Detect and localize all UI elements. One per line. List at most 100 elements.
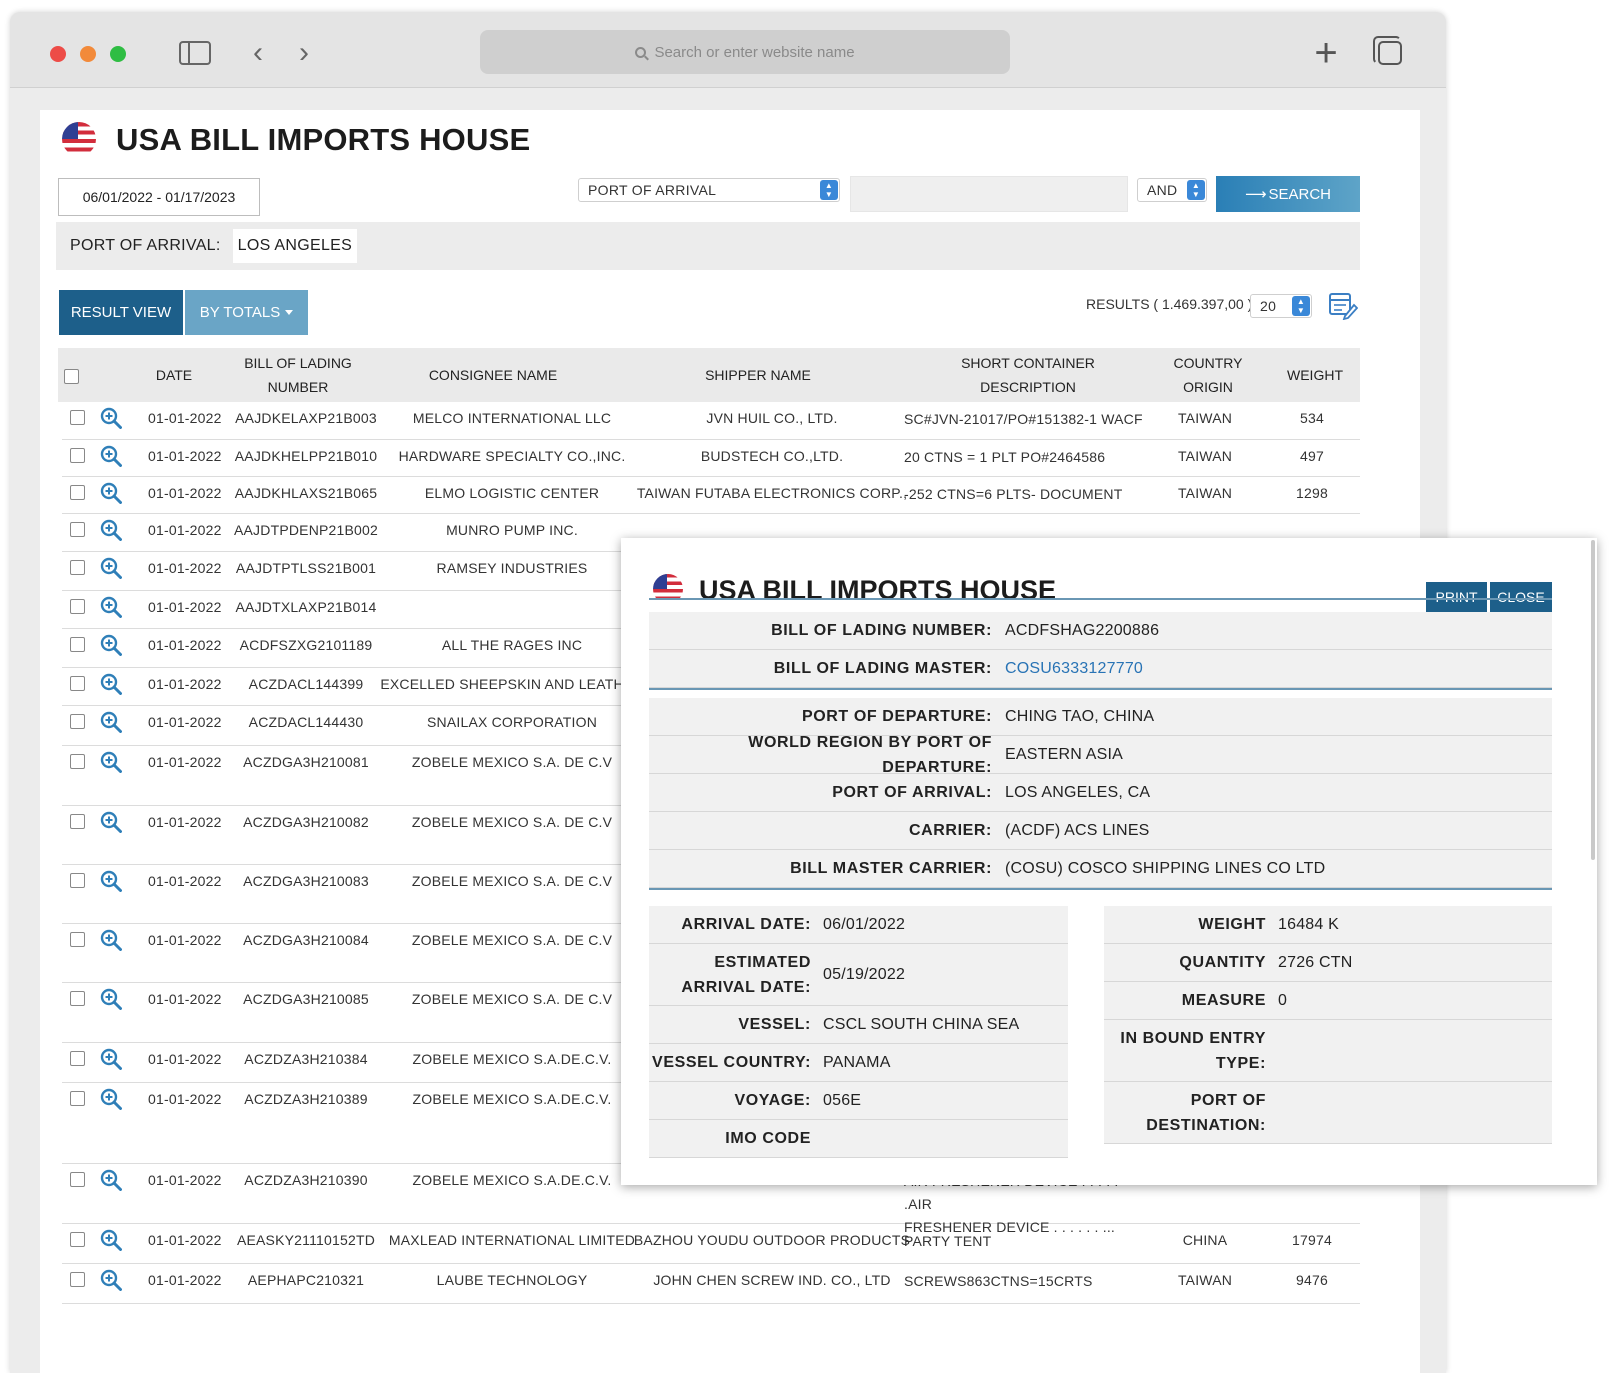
row-checkbox[interactable] [70, 991, 85, 1006]
cell-description-line1: SCREWS863CTNS=15CRTS [904, 1273, 1093, 1289]
row-checkbox[interactable] [70, 1232, 85, 1247]
tab-result-view[interactable]: RESULT VIEW [59, 290, 183, 335]
row-checkbox[interactable] [70, 754, 85, 769]
row-checkbox[interactable] [70, 637, 85, 652]
zoom-in-icon[interactable] [100, 1048, 122, 1070]
zoom-in-icon[interactable] [100, 673, 122, 695]
row-checkbox[interactable] [70, 1091, 85, 1106]
new-tab-icon[interactable]: + [1310, 31, 1342, 75]
zoom-in-icon[interactable] [100, 711, 122, 733]
column-bill-of-lading-line1: BILL OF LADING [244, 355, 352, 371]
row-checkbox[interactable] [70, 932, 85, 947]
column-consignee[interactable]: CONSIGNEE NAME [408, 348, 578, 402]
detail-row-weight: WEIGHT 16484 K [1104, 906, 1552, 944]
zoom-in-icon[interactable] [100, 445, 122, 467]
detail-row-vessel: VESSEL: CSCL SOUTH CHINA SEA [649, 1006, 1068, 1044]
row-checkbox[interactable] [70, 1272, 85, 1287]
column-description[interactable]: SHORT CONTAINER DESCRIPTION [918, 348, 1138, 402]
table-row[interactable]: 01-01-2022 AEPHAPC210321 LAUBE TECHNOLOGY J… [62, 1264, 1360, 1304]
zoom-in-icon[interactable] [100, 407, 122, 429]
zoom-in-icon[interactable] [100, 596, 122, 618]
select-all-checkbox[interactable] [64, 369, 79, 384]
table-row[interactable]: 01-01-2022 AAJDKELAXP21B003 MELCO INTERNAT… [62, 402, 1360, 440]
tab-by-totals[interactable]: BY TOTALS [185, 290, 308, 335]
row-checkbox[interactable] [70, 676, 85, 691]
maximize-window-button[interactable] [110, 46, 126, 62]
cell-date: 01-01-2022 [148, 1172, 222, 1188]
filter-value[interactable]: LOS ANGELES [232, 229, 358, 263]
estimated-arrival-value: 05/19/2022 [823, 965, 906, 983]
cell-weight: 534 [1300, 410, 1324, 426]
table-row[interactable]: 01-01-2022 AAJDKHLAXS21B065 ELMO LOGISTIC … [62, 477, 1360, 514]
zoom-in-icon[interactable] [100, 988, 122, 1010]
cell-consignee: RAMSEY INDUSTRIES [436, 560, 588, 576]
close-button[interactable]: CLOSE [1490, 582, 1552, 612]
zoom-in-icon[interactable] [100, 1269, 122, 1291]
column-date[interactable]: DATE [144, 348, 204, 402]
row-checkbox[interactable] [70, 410, 85, 425]
close-window-button[interactable] [50, 46, 66, 62]
search-button[interactable]: ⟶ SEARCH [1216, 176, 1360, 212]
cell-country: TAIWAN [1177, 485, 1233, 501]
zoom-in-icon[interactable] [100, 519, 122, 541]
zoom-in-icon[interactable] [100, 557, 122, 579]
select-arrows-icon: ▲ ▼ [1292, 296, 1310, 316]
cell-date: 01-01-2022 [148, 873, 222, 889]
row-checkbox[interactable] [70, 714, 85, 729]
row-checkbox[interactable] [70, 873, 85, 888]
row-checkbox[interactable] [70, 1172, 85, 1187]
zoom-in-icon[interactable] [100, 870, 122, 892]
vessel-label: VESSEL: [738, 1016, 811, 1033]
sidebar-toggle-icon[interactable] [178, 38, 212, 68]
zoom-in-icon[interactable] [100, 482, 122, 504]
field-select[interactable]: PORT OF ARRIVAL ▲ ▼ [578, 178, 840, 202]
port-arrival-label: PORT OF ARRIVAL: [832, 784, 992, 801]
per-page-select[interactable]: 20 ▲ ▼ [1250, 294, 1312, 318]
bol-master-link[interactable]: COSU6333127770 [1005, 650, 1143, 687]
print-button[interactable]: PRINT [1426, 582, 1487, 612]
cell-country: TAIWAN [1177, 410, 1233, 426]
forward-arrow-icon[interactable]: › [292, 36, 316, 69]
active-filter-bar: PORT OF ARRIVAL: LOS ANGELES [56, 222, 1360, 270]
zoom-in-icon[interactable] [100, 811, 122, 833]
row-checkbox[interactable] [70, 1051, 85, 1066]
zoom-in-icon[interactable] [100, 634, 122, 656]
date-range-input[interactable]: 06/01/2022 - 01/17/2023 [58, 178, 260, 216]
voyage-label: VOYAGE: [734, 1092, 811, 1109]
row-checkbox[interactable] [70, 485, 85, 500]
cell-consignee: SNAILAX CORPORATION [426, 714, 598, 730]
detail-row-inbound-entry: IN BOUND ENTRY TYPE: [1104, 1020, 1552, 1082]
row-checkbox[interactable] [70, 522, 85, 537]
back-arrow-icon[interactable]: ‹ [246, 36, 270, 69]
table-row[interactable]: 01-01-2022 AEASKY21110152TD MAXLEAD INTERN… [62, 1224, 1360, 1264]
column-shipper[interactable]: SHIPPER NAME [678, 348, 838, 402]
vessel-country-label: VESSEL COUNTRY: [652, 1054, 811, 1071]
row-checkbox[interactable] [70, 560, 85, 575]
table-header: DATE BILL OF LADING NUMBER CONSIGNEE NAM… [58, 348, 1360, 402]
search-input[interactable] [850, 176, 1128, 212]
row-checkbox[interactable] [70, 814, 85, 829]
row-checkbox[interactable] [70, 599, 85, 614]
table-row[interactable]: 01-01-2022 AAJDKHELPP21B010 HARDWARE SPECI… [62, 440, 1360, 477]
world-region-value: EASTERN ASIA [1005, 745, 1123, 763]
modal-scrollbar[interactable] [1591, 540, 1595, 860]
zoom-in-icon[interactable] [100, 1169, 122, 1191]
export-table-icon[interactable] [1328, 290, 1358, 320]
address-bar[interactable]: Search or enter website name [480, 30, 1010, 74]
column-bill-of-lading[interactable]: BILL OF LADING NUMBER [228, 348, 368, 402]
minimize-window-button[interactable] [80, 46, 96, 62]
port-destination-label-line2: DESTINATION: [1146, 1116, 1266, 1134]
row-checkbox[interactable] [70, 448, 85, 463]
browser-toolbar: ‹ › Search or enter website name + [10, 12, 1446, 88]
tab-overview-icon[interactable] [1373, 36, 1406, 68]
zoom-in-icon[interactable] [100, 1229, 122, 1251]
inbound-entry-label: IN BOUND ENTRY TYPE: [1104, 1020, 1266, 1081]
operator-select[interactable]: AND ▲ ▼ [1137, 178, 1207, 202]
zoom-in-icon[interactable] [100, 1088, 122, 1110]
column-country-origin[interactable]: COUNTRY ORIGIN [1168, 348, 1248, 402]
cell-country: TAIWAN [1177, 1272, 1233, 1288]
zoom-in-icon[interactable] [100, 751, 122, 773]
column-weight[interactable]: WEIGHT [1280, 348, 1350, 402]
cell-bill-of-lading: ACZDZA3H210384 [244, 1051, 368, 1067]
zoom-in-icon[interactable] [100, 929, 122, 951]
